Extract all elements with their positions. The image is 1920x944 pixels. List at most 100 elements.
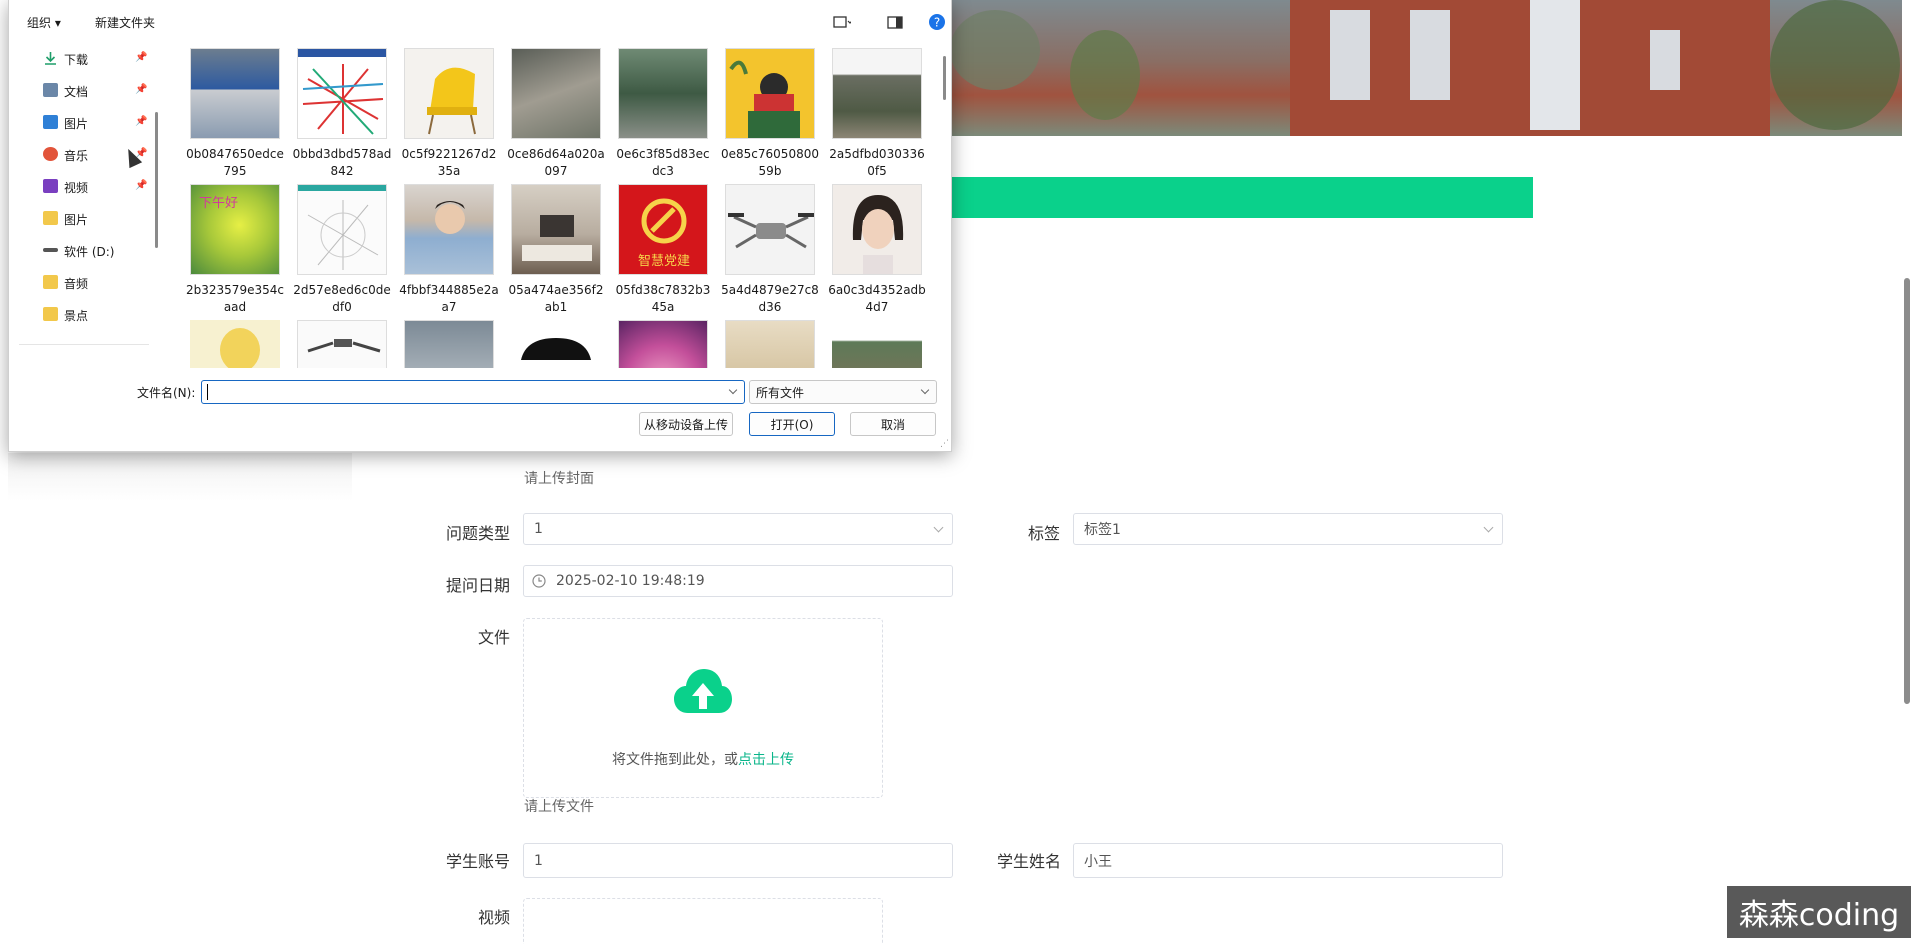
student-name-label: 学生姓名 [997, 852, 1062, 871]
nav-item-audio-folder[interactable]: 音频 [9, 268, 149, 296]
sidebar-shadow [8, 453, 352, 501]
file-name: 2d57e8ed6c0dedf0 [293, 283, 391, 314]
click-upload-link[interactable]: 点击上传 [738, 752, 794, 768]
file-thumbnail [297, 320, 387, 368]
file-thumbnail [297, 48, 387, 139]
file-upload-dropzone[interactable]: 将文件拖到此处，或点击上传 [523, 618, 883, 798]
text-caret [207, 384, 208, 400]
download-icon [45, 52, 56, 65]
chevron-down-icon [933, 522, 944, 533]
file-thumbnail [725, 48, 815, 139]
preview-pane-icon[interactable] [885, 12, 905, 32]
file-name: 0bbd3dbd578ad842 [292, 147, 392, 178]
navigation-pane: 下载 📌 文档 📌 图片 📌 音乐 📌 视频 📌 图片 软件 (D:) 音频 景… [9, 44, 149, 344]
cancel-button[interactable]: 取消 [850, 412, 936, 436]
student-account-value: 1 [534, 852, 543, 869]
nav-item-documents[interactable]: 文档 📌 [9, 76, 149, 104]
file-name: 6a0c3d4352adb4d7 [828, 283, 926, 314]
file-open-dialog: 组织 ▾ 新建文件夹 ? 下载📌 文档📌 图片📌 音乐� [8, 0, 952, 452]
nav-scrollbar[interactable] [155, 112, 158, 248]
organize-menu[interactable]: 组织 ▾ [27, 14, 61, 31]
nav-item-drive-d[interactable]: 软件 (D:) [9, 236, 149, 264]
file-hint: 请上传文件 [524, 799, 594, 815]
mobile-upload-button[interactable]: 从移动设备上传 [639, 412, 733, 436]
svg-text:智慧党建: 智慧党建 [638, 253, 690, 269]
nav-item-pictures-folder[interactable]: 图片 [9, 204, 149, 232]
question-type-value: 1 [534, 521, 543, 537]
file-name: 4fbbf344885e2aa7 [399, 283, 499, 314]
file-name: 0c5f9221267d235a [401, 147, 497, 178]
file-name: 0e6c3f85d83ecdc3 [616, 147, 710, 178]
file-label: 文件 [478, 628, 511, 647]
video-upload-dropzone[interactable] [523, 898, 883, 944]
upload-cloud-icon [674, 669, 732, 713]
folder-icon [43, 211, 58, 225]
video-icon [43, 179, 58, 193]
chevron-down-icon[interactable] [728, 385, 738, 395]
help-icon[interactable]: ? [927, 12, 947, 32]
file-thumbnail [511, 48, 601, 139]
file-thumbnail: 下午好 [190, 184, 280, 275]
filetype-select[interactable]: 所有文件 [749, 380, 937, 404]
file-thumbnail [832, 320, 922, 368]
file-thumbnail [511, 184, 601, 275]
filetype-value: 所有文件 [756, 385, 805, 400]
pin-icon: 📌 [135, 52, 148, 63]
file-thumbnail: 智慧党建 [618, 184, 708, 275]
student-account-input[interactable]: 1 [523, 843, 953, 878]
student-name-input[interactable]: 小王 [1073, 843, 1503, 878]
file-name: 2b323579e354caad [186, 283, 284, 314]
file-name: 0e85c7605080059b [721, 147, 819, 178]
file-thumbnail [618, 48, 708, 139]
svg-text:下午好: 下午好 [199, 196, 238, 211]
green-banner-bar [950, 177, 1533, 218]
view-options-icon[interactable] [831, 12, 851, 32]
file-thumbnail [297, 184, 387, 275]
file-grid: 0b0847650edce795 0bbd3dbd578ad842 0c5f92… [185, 48, 935, 368]
banner-photo [950, 0, 1902, 136]
tag-select[interactable]: 标签1 [1073, 513, 1503, 545]
file-thumbnail [725, 320, 815, 368]
upload-instruction: 将文件拖到此处，或点击上传 [612, 752, 794, 768]
filename-label: 文件名(N): [137, 386, 196, 400]
student-account-label: 学生账号 [446, 852, 511, 871]
file-thumbnail [404, 48, 494, 139]
clock-icon [532, 574, 546, 588]
file-name: 2a5dfbd0303360f5 [829, 147, 925, 178]
pin-icon: 📌 [135, 116, 148, 127]
filename-input[interactable] [201, 380, 745, 404]
pin-icon: 📌 [135, 180, 148, 191]
tag-label: 标签 [1028, 524, 1061, 543]
file-name: 0ce86d64a020a097 [507, 147, 605, 178]
file-thumbnail [190, 320, 280, 368]
file-thumbnail [618, 320, 708, 368]
file-thumbnail [190, 48, 280, 139]
folder-icon [43, 275, 58, 289]
resize-grip-icon[interactable]: ⋰ [940, 439, 949, 449]
file-grid-scrollbar[interactable] [943, 56, 946, 100]
file-thumbnail [511, 320, 601, 368]
ask-date-value: 2025-02-10 19:48:19 [556, 573, 705, 589]
open-button[interactable]: 打开(O) [749, 412, 835, 436]
nav-item-videos[interactable]: 视频 📌 [9, 172, 149, 200]
file-name: 0b0847650edce795 [186, 147, 284, 178]
nav-item-pictures[interactable]: 图片 📌 [9, 108, 149, 136]
dialog-toolbar: 组织 ▾ 新建文件夹 ? [9, 0, 951, 44]
file-name: 05fd38c7832b345a [615, 283, 711, 314]
cover-hint: 请上传封面 [524, 471, 594, 487]
file-name: 05a474ae356f2ab1 [508, 283, 604, 314]
chevron-down-icon [1483, 522, 1494, 533]
new-folder-button[interactable]: 新建文件夹 [95, 14, 155, 31]
file-name: 5a4d4879e27c8d36 [721, 283, 819, 314]
nav-item-scenic-folder[interactable]: 景点 [9, 300, 149, 328]
file-thumbnail [832, 184, 922, 275]
chevron-down-icon [920, 385, 930, 395]
video-label: 视频 [478, 908, 511, 927]
tag-value: 标签1 [1084, 522, 1121, 538]
watermark: 森森coding [1727, 886, 1911, 938]
folder-icon [43, 307, 58, 321]
question-type-select[interactable]: 1 [523, 513, 953, 545]
ask-date-picker[interactable]: 2025-02-10 19:48:19 [523, 565, 953, 597]
nav-item-downloads[interactable]: 下载 📌 [9, 44, 149, 72]
page-scrollbar[interactable] [1904, 278, 1910, 704]
